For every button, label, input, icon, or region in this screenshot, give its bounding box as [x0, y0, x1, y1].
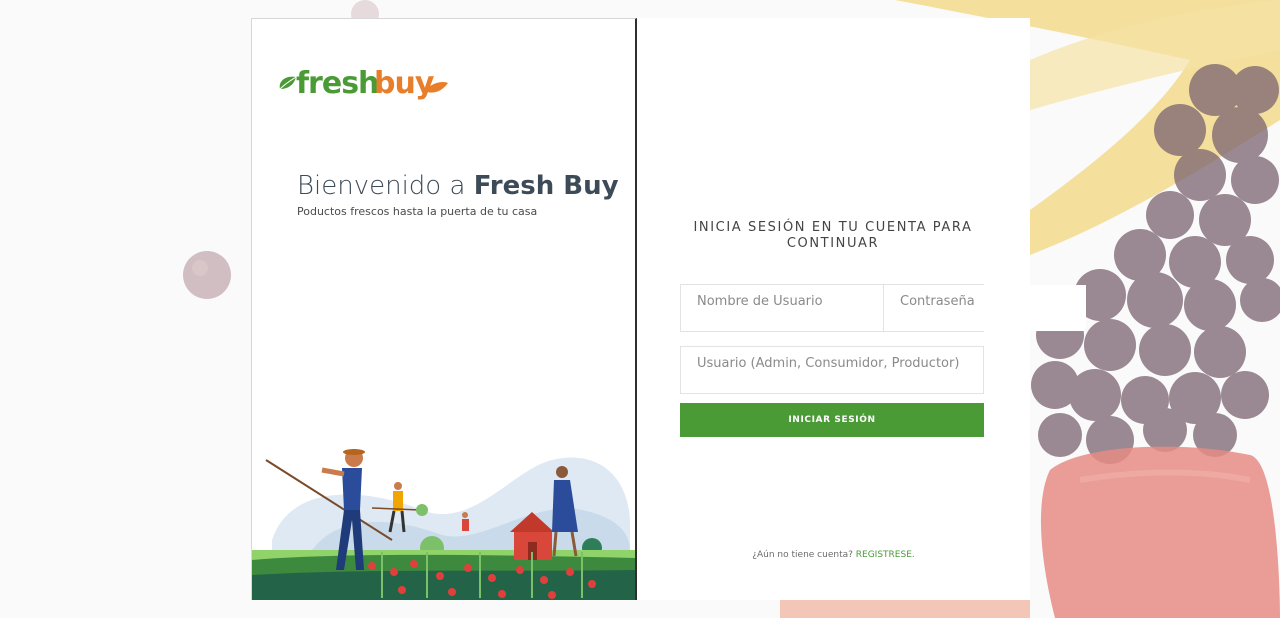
username-input[interactable]: [681, 285, 883, 331]
password-input[interactable]: [883, 285, 1086, 331]
login-form-panel: INICIA SESIÓN EN TU CUENTA PARA CONTINUA…: [637, 18, 1086, 600]
login-card: fresh buy Bienvenido a Fresh Buy Poducto…: [251, 18, 1086, 600]
register-prompt: ¿Aún no tiene cuenta? REGISTRESE.: [637, 550, 1030, 560]
register-prompt-text: ¿Aún no tiene cuenta?: [752, 550, 856, 560]
logo-buy-text: buy: [374, 66, 435, 101]
welcome-panel: fresh buy Bienvenido a Fresh Buy Poducto…: [251, 18, 637, 600]
login-heading: INICIA SESIÓN EN TU CUENTA PARA CONTINUA…: [693, 220, 973, 251]
welcome-title-brand: Fresh Buy: [473, 171, 619, 201]
welcome-block: Bienvenido a Fresh Buy Poductos frescos …: [297, 171, 627, 218]
login-button[interactable]: INICIAR SESIÓN: [680, 403, 984, 437]
register-link[interactable]: REGISTRESE.: [856, 550, 915, 560]
credentials-row: [680, 284, 1086, 332]
logo-fresh-text: fresh: [296, 66, 378, 101]
farmers-illustration: [252, 440, 635, 600]
welcome-title-prefix: Bienvenido a: [297, 171, 474, 201]
user-role-input[interactable]: [680, 346, 984, 394]
welcome-title: Bienvenido a Fresh Buy: [297, 171, 627, 201]
welcome-subtitle: Poductos frescos hasta la puerta de tu c…: [297, 205, 538, 218]
freshbuy-logo: fresh buy: [276, 53, 456, 113]
